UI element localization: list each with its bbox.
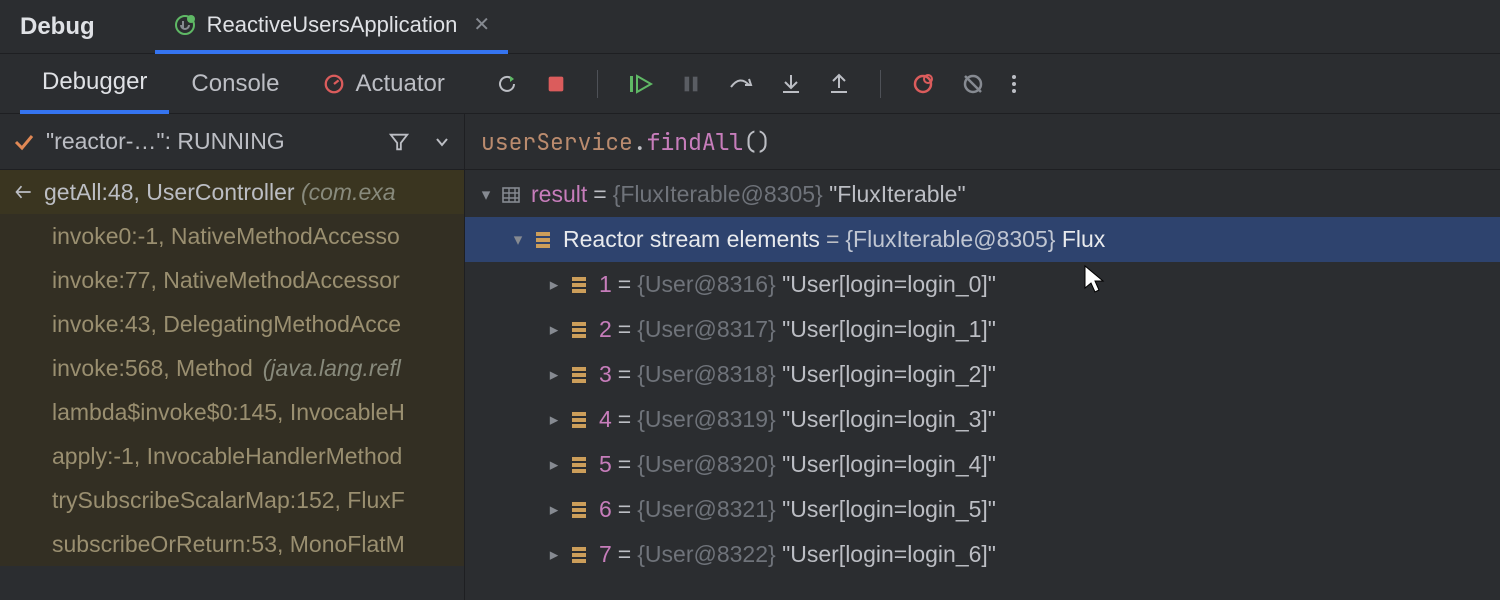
chevron-right-icon[interactable]: ▸ <box>543 455 565 475</box>
frame-row[interactable]: lambda$invoke$0:145, InvocableH <box>0 390 464 434</box>
actuator-icon <box>323 73 345 95</box>
array-icon <box>569 410 591 430</box>
chevron-right-icon[interactable]: ▸ <box>543 410 565 430</box>
variable-node-item[interactable]: ▸7={User@8322} "User[login=login_6]" <box>465 532 1500 577</box>
chevron-right-icon[interactable]: ▸ <box>543 500 565 520</box>
variable-node-item[interactable]: ▸1={User@8316} "User[login=login_0]" <box>465 262 1500 307</box>
rerun-icon[interactable] <box>495 72 519 96</box>
run-config-tab[interactable]: ReactiveUsersApplication ✕ <box>155 0 508 54</box>
separator <box>880 70 881 98</box>
checkmark-icon <box>12 130 36 154</box>
tab-debugger[interactable]: Debugger <box>20 54 169 114</box>
close-icon[interactable]: ✕ <box>473 12 490 37</box>
frame-row[interactable]: subscribeOrReturn:53, MonoFlatM <box>0 522 464 566</box>
drop-frame-icon[interactable] <box>14 182 34 202</box>
frame-row[interactable]: getAll:48, UserController (com.exa <box>0 170 464 214</box>
chevron-down-icon[interactable]: ▾ <box>507 230 529 250</box>
chevron-right-icon[interactable]: ▸ <box>543 320 565 340</box>
resume-icon[interactable] <box>628 72 654 96</box>
frame-row[interactable]: invoke:568, Method (java.lang.refl <box>0 346 464 390</box>
frame-row[interactable]: apply:-1, InvocableHandlerMethod <box>0 434 464 478</box>
filter-icon[interactable] <box>388 131 410 153</box>
table-icon <box>501 185 523 205</box>
array-icon <box>569 455 591 475</box>
frame-list[interactable]: getAll:48, UserController (com.exa invok… <box>0 170 464 566</box>
chevron-right-icon[interactable]: ▸ <box>543 365 565 385</box>
run-config-name: ReactiveUsersApplication <box>207 12 458 38</box>
tool-window-title: Debug <box>20 13 95 41</box>
chevron-down-icon[interactable]: ▾ <box>475 185 497 205</box>
variable-node-item[interactable]: ▸4={User@8319} "User[login=login_3]" <box>465 397 1500 442</box>
pause-icon[interactable] <box>680 73 702 95</box>
variable-node-item[interactable]: ▸3={User@8318} "User[login=login_2]" <box>465 352 1500 397</box>
variable-node-item[interactable]: ▸5={User@8320} "User[login=login_4]" <box>465 442 1500 487</box>
step-into-icon[interactable] <box>780 72 802 96</box>
tab-actuator[interactable]: Actuator <box>301 54 466 114</box>
title-bar: Debug ReactiveUsersApplication ✕ <box>0 0 1500 54</box>
frame-row[interactable]: trySubscribeScalarMap:152, FluxF <box>0 478 464 522</box>
debugger-toolbar: Debugger Console Actuator <box>0 54 1500 114</box>
variables-panel: userService.findAll() ▾ result={FluxIter… <box>465 114 1500 600</box>
frame-row[interactable]: invoke0:-1, NativeMethodAccesso <box>0 214 464 258</box>
stop-icon[interactable] <box>545 73 567 95</box>
chevron-down-icon[interactable] <box>420 134 464 150</box>
frame-row[interactable]: invoke:43, DelegatingMethodAcce <box>0 302 464 346</box>
step-out-icon[interactable] <box>828 72 850 96</box>
array-icon <box>569 545 591 565</box>
frame-row[interactable]: invoke:77, NativeMethodAccessor <box>0 258 464 302</box>
frames-panel: "reactor-…": RUNNING getAll:48, UserCont… <box>0 114 465 600</box>
run-config-icon <box>173 13 197 37</box>
variable-node-result[interactable]: ▾ result={FluxIterable@8305} "FluxIterab… <box>465 172 1500 217</box>
more-icon[interactable] <box>1011 72 1017 96</box>
variable-node-item[interactable]: ▸6={User@8321} "User[login=login_5]" <box>465 487 1500 532</box>
variable-node-stream-elements[interactable]: ▾ Reactor stream elements={FluxIterable@… <box>465 217 1500 262</box>
array-icon <box>569 365 591 385</box>
chevron-right-icon[interactable]: ▸ <box>543 275 565 295</box>
separator <box>597 70 598 98</box>
mute-breakpoints-icon[interactable] <box>961 72 985 96</box>
step-over-icon[interactable] <box>728 73 754 95</box>
chevron-right-icon[interactable]: ▸ <box>543 545 565 565</box>
evaluate-expression-input[interactable]: userService.findAll() <box>465 114 1500 170</box>
array-icon <box>533 230 555 250</box>
thread-selector[interactable]: "reactor-…": RUNNING <box>0 114 464 170</box>
tab-console[interactable]: Console <box>169 54 301 114</box>
array-icon <box>569 500 591 520</box>
variables-tree[interactable]: ▾ result={FluxIterable@8305} "FluxIterab… <box>465 170 1500 577</box>
variable-node-item[interactable]: ▸2={User@8317} "User[login=login_1]" <box>465 307 1500 352</box>
array-icon <box>569 320 591 340</box>
view-breakpoints-icon[interactable] <box>911 72 935 96</box>
array-icon <box>569 275 591 295</box>
